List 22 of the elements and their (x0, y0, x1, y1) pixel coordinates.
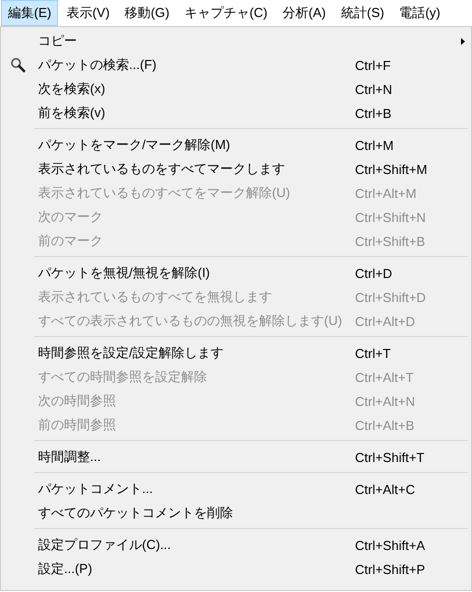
search-icon (10, 57, 26, 73)
menu-item[interactable]: パケットをマーク/マーク解除(M) Ctrl+M (1, 133, 471, 157)
menu-item[interactable]: 時間参照を設定/設定解除します Ctrl+T (1, 341, 471, 365)
menu-bar-item[interactable]: 統計(S) (334, 0, 392, 26)
menu-item[interactable]: 時間調整... Ctrl+Shift+T (1, 445, 471, 469)
menu-item[interactable]: 前を検索(v) Ctrl+B (1, 101, 471, 125)
menu-bar-item[interactable]: 電話(y) (392, 0, 448, 26)
menu-item[interactable]: コピー (1, 29, 471, 53)
menu-item[interactable]: パケットを無視/無視を解除(I) Ctrl+D (1, 261, 471, 285)
menu-bar-item[interactable]: 表示(V) (59, 0, 117, 26)
menu-item[interactable]: 設定...(P) Ctrl+Shift+P (1, 557, 471, 581)
menu-bar-item[interactable]: 分析(A) (276, 0, 333, 26)
menu-item[interactable]: パケットコメント... Ctrl+Alt+C (1, 477, 471, 501)
menu-item[interactable]: 表示されているものをすべてマークします Ctrl+Shift+M (1, 157, 471, 181)
menu-item[interactable]: すべてのパケットコメントを削除 (1, 501, 471, 525)
menu-item[interactable]: パケットの検索...(F) Ctrl+F (1, 53, 471, 77)
menu-bar-item[interactable]: 編集(E) (1, 0, 58, 26)
menu-bar-item[interactable]: 移動(G) (118, 0, 176, 26)
submenu-arrow-icon (461, 38, 465, 44)
menu-item[interactable]: 次を検索(x) Ctrl+N (1, 77, 471, 101)
menu-bar-item[interactable]: キャプチャ(C) (177, 0, 275, 26)
menu-item[interactable]: 設定プロファイル(C)... Ctrl+Shift+A (1, 533, 471, 557)
